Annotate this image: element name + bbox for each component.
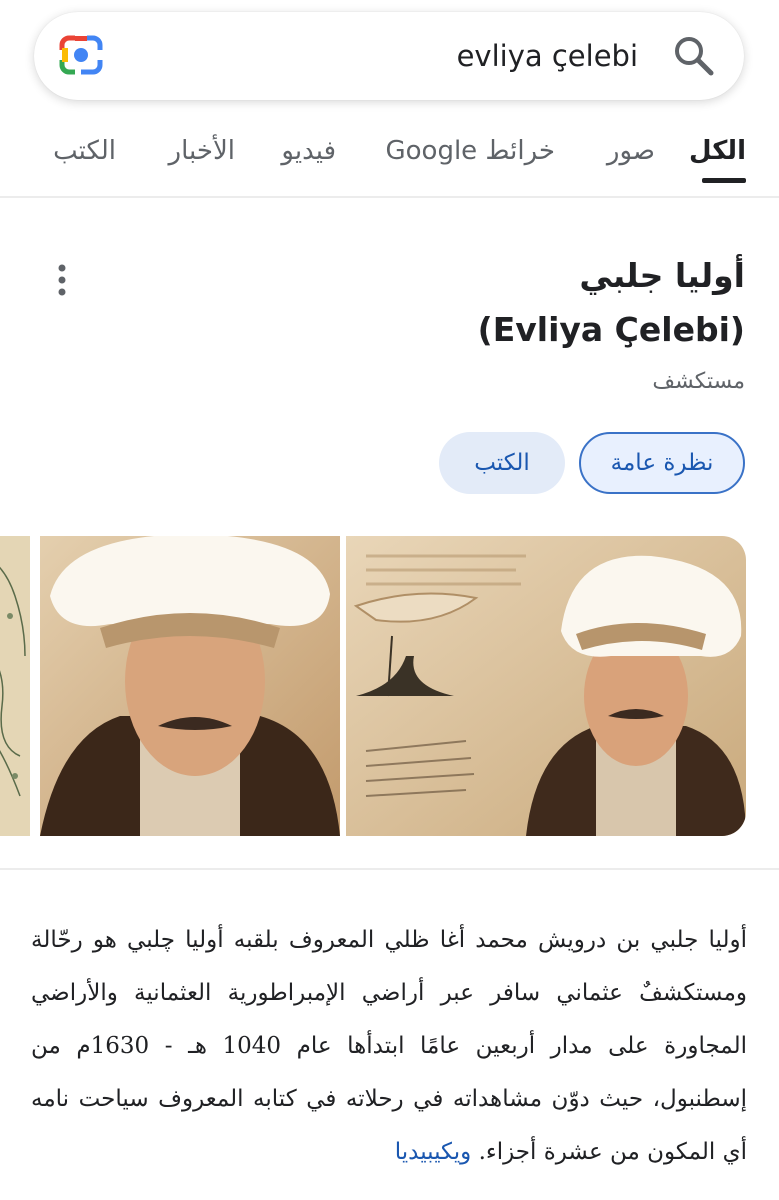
portrait-image-2[interactable] [40,536,340,836]
portrait-image-1[interactable] [346,536,746,836]
entity-description: أوليا جلبي بن درويش محمد أغا ظلي المعروف… [31,914,747,1179]
map-image[interactable] [0,536,30,836]
entity-title-latin: (Evliya Çelebi) [477,310,745,349]
image-carousel[interactable] [0,536,779,836]
tab-all[interactable]: الكل [689,136,746,166]
description-text: أوليا جلبي بن درويش محمد أغا ظلي المعروف… [31,927,747,1165]
search-icon[interactable] [672,34,716,78]
tab-images[interactable]: صور [607,136,655,166]
wikipedia-link[interactable]: ويكيبيديا [395,1139,472,1165]
tab-books[interactable]: الكتب [53,136,116,166]
tabs-divider [0,196,779,198]
search-query[interactable]: evliya çelebi [457,38,638,74]
active-tab-indicator [702,178,746,183]
chip-books[interactable]: الكتب [439,432,565,494]
section-divider [0,868,779,870]
chip-overview[interactable]: نظرة عامة [579,432,745,494]
more-vert-icon[interactable] [52,262,72,298]
entity-subtitle: مستكشف [652,369,745,394]
tab-maps[interactable]: خرائط Google [385,136,555,166]
tab-news[interactable]: الأخبار [169,136,235,166]
google-lens-icon[interactable] [58,34,104,76]
search-tabs: الكل صور خرائط Google فيديو الأخبار الكت… [0,120,779,192]
entity-title: أوليا جلبي [579,256,745,295]
search-bar[interactable]: evliya çelebi [34,12,744,100]
tab-videos[interactable]: فيديو [281,136,336,166]
